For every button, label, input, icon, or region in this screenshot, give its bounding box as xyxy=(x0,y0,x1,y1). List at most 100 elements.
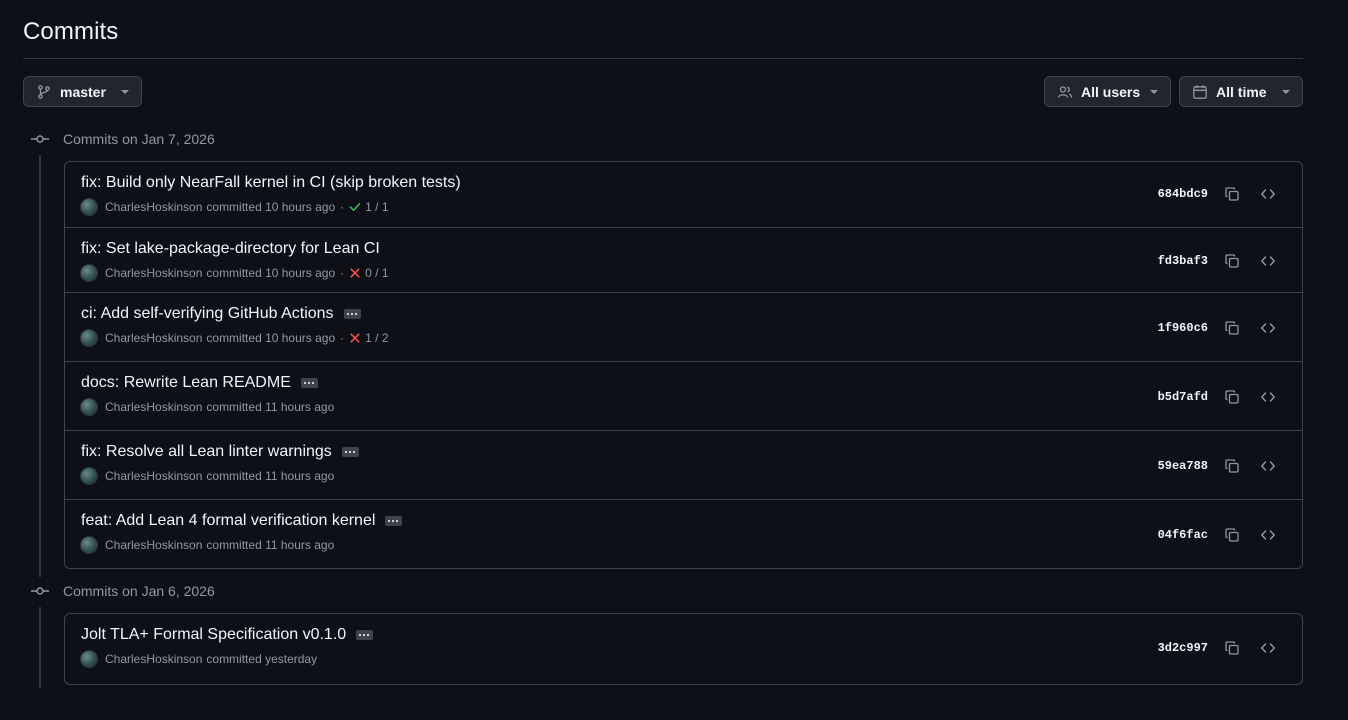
git-commit-icon xyxy=(30,583,50,599)
ellipsis-icon[interactable] xyxy=(343,309,361,319)
commit-row: fix: Resolve all Lean linter warnings Ch… xyxy=(65,430,1302,499)
copy-icon[interactable] xyxy=(1220,249,1244,273)
commit-meta: CharlesHoskinson committed 10 hours ago … xyxy=(81,265,389,281)
separator-dot: · xyxy=(340,200,345,214)
copy-icon[interactable] xyxy=(1220,636,1244,660)
commit-message: ci: Add self-verifying GitHub Actions xyxy=(81,305,361,323)
avatar[interactable] xyxy=(81,330,97,346)
code-icon[interactable] xyxy=(1256,316,1280,340)
commit-meta: CharlesHoskinson committed 11 hours ago xyxy=(81,537,334,553)
copy-icon[interactable] xyxy=(1220,523,1244,547)
commit-hash-link[interactable]: 1f960c6 xyxy=(1158,321,1208,335)
timeline-line xyxy=(39,607,41,688)
commit-author[interactable]: CharlesHoskinson xyxy=(105,331,202,345)
chevron-down-icon xyxy=(1282,89,1290,94)
commit-author[interactable]: CharlesHoskinson xyxy=(105,538,202,552)
commit-group-heading: Commits on Jan 7, 2026 xyxy=(30,130,215,148)
commit-message-link[interactable]: ci: Add self-verifying GitHub Actions xyxy=(81,305,334,323)
commit-meta: CharlesHoskinson committed 11 hours ago xyxy=(81,399,334,415)
commit-meta: CharlesHoskinson committed 11 hours ago xyxy=(81,468,334,484)
avatar[interactable] xyxy=(81,468,97,484)
commit-row: fix: Build only NearFall kernel in CI (s… xyxy=(65,162,1302,227)
time-filter-button[interactable]: All time xyxy=(1179,76,1303,107)
separator-dot: · xyxy=(340,266,345,280)
copy-icon[interactable] xyxy=(1220,316,1244,340)
commit-group-label: Commits on Jan 6, 2026 xyxy=(63,583,215,599)
commit-meta: CharlesHoskinson committed yesterday xyxy=(81,651,317,667)
commit-meta: CharlesHoskinson committed 10 hours ago … xyxy=(81,199,389,215)
git-commit-icon xyxy=(30,131,50,147)
commit-message: Jolt TLA+ Formal Specification v0.1.0 xyxy=(81,626,374,644)
commit-message-link[interactable]: docs: Rewrite Lean README xyxy=(81,374,291,392)
code-icon[interactable] xyxy=(1256,454,1280,478)
commit-hash-link[interactable]: 3d2c997 xyxy=(1158,641,1208,655)
commit-message-link[interactable]: Jolt TLA+ Formal Specification v0.1.0 xyxy=(81,626,346,644)
ci-status[interactable]: 0 / 1 xyxy=(349,266,389,280)
commit-hash-link[interactable]: fd3baf3 xyxy=(1158,254,1208,268)
commit-author[interactable]: CharlesHoskinson xyxy=(105,652,202,666)
commit-author[interactable]: CharlesHoskinson xyxy=(105,200,202,214)
ci-status-count: 0 / 1 xyxy=(365,266,389,280)
commit-message-link[interactable]: fix: Set lake-package-directory for Lean… xyxy=(81,240,380,258)
commit-author[interactable]: CharlesHoskinson xyxy=(105,266,202,280)
commit-message-link[interactable]: fix: Resolve all Lean linter warnings xyxy=(81,443,332,461)
x-icon xyxy=(349,332,361,344)
chevron-down-icon xyxy=(1150,89,1158,94)
separator-dot: · xyxy=(340,331,345,345)
time-filter-label: All time xyxy=(1216,83,1267,100)
commit-hash-link[interactable]: 684bdc9 xyxy=(1158,187,1208,201)
calendar-icon xyxy=(1192,84,1208,100)
commit-hash-link[interactable]: b5d7afd xyxy=(1158,390,1208,404)
commit-meta: CharlesHoskinson committed 10 hours ago … xyxy=(81,330,389,346)
ci-status-count: 1 / 2 xyxy=(365,331,389,345)
commit-row: fix: Set lake-package-directory for Lean… xyxy=(65,227,1302,292)
commit-hash-link[interactable]: 04f6fac xyxy=(1158,528,1208,542)
commit-time: committed 10 hours ago xyxy=(206,200,336,214)
ci-status[interactable]: 1 / 1 xyxy=(349,200,389,214)
commit-message: feat: Add Lean 4 formal verification ker… xyxy=(81,512,403,530)
avatar[interactable] xyxy=(81,199,97,215)
people-icon xyxy=(1057,84,1073,100)
commit-time: committed 10 hours ago xyxy=(206,331,336,345)
commit-message: docs: Rewrite Lean README xyxy=(81,374,318,392)
ellipsis-icon[interactable] xyxy=(385,516,403,526)
commit-message-link[interactable]: fix: Build only NearFall kernel in CI (s… xyxy=(81,174,461,192)
code-icon[interactable] xyxy=(1256,249,1280,273)
check-icon xyxy=(349,201,361,213)
copy-icon[interactable] xyxy=(1220,385,1244,409)
commit-author[interactable]: CharlesHoskinson xyxy=(105,400,202,414)
code-icon[interactable] xyxy=(1256,385,1280,409)
branch-select-label: master xyxy=(60,83,106,100)
commit-time: committed 11 hours ago xyxy=(206,538,335,552)
ellipsis-icon[interactable] xyxy=(356,630,374,640)
chevron-down-icon xyxy=(121,89,129,94)
commit-time: committed 11 hours ago xyxy=(206,400,335,414)
avatar[interactable] xyxy=(81,651,97,667)
code-icon[interactable] xyxy=(1256,523,1280,547)
commit-group-box: fix: Build only NearFall kernel in CI (s… xyxy=(64,161,1303,569)
commit-author[interactable]: CharlesHoskinson xyxy=(105,469,202,483)
page-title: Commits xyxy=(23,18,1303,59)
ellipsis-icon[interactable] xyxy=(300,378,318,388)
x-icon xyxy=(349,267,361,279)
commit-time: committed 11 hours ago xyxy=(206,469,335,483)
copy-icon[interactable] xyxy=(1220,182,1244,206)
ci-status[interactable]: 1 / 2 xyxy=(349,331,389,345)
code-icon[interactable] xyxy=(1256,636,1280,660)
branch-select-button[interactable]: master xyxy=(23,76,142,107)
timeline-line xyxy=(39,155,41,577)
copy-icon[interactable] xyxy=(1220,454,1244,478)
ellipsis-icon[interactable] xyxy=(341,447,359,457)
commit-message: fix: Set lake-package-directory for Lean… xyxy=(81,240,380,258)
users-filter-button[interactable]: All users xyxy=(1044,76,1171,107)
commit-message: fix: Build only NearFall kernel in CI (s… xyxy=(81,174,461,192)
commit-time: committed 10 hours ago xyxy=(206,266,336,280)
avatar[interactable] xyxy=(81,265,97,281)
code-icon[interactable] xyxy=(1256,182,1280,206)
commit-message-link[interactable]: feat: Add Lean 4 formal verification ker… xyxy=(81,512,375,530)
commit-hash-link[interactable]: 59ea788 xyxy=(1158,459,1208,473)
avatar[interactable] xyxy=(81,537,97,553)
avatar[interactable] xyxy=(81,399,97,415)
git-branch-icon xyxy=(36,84,52,100)
commit-row: ci: Add self-verifying GitHub Actions Ch… xyxy=(65,292,1302,361)
